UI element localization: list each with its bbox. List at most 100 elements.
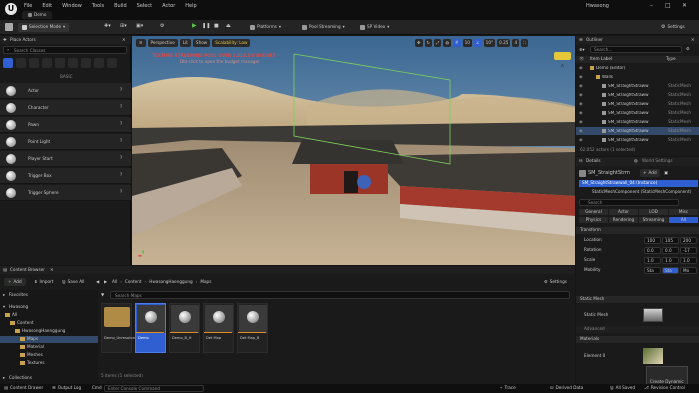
maximize-button[interactable]: □	[665, 3, 671, 9]
details-tab[interactable]: Details	[586, 158, 601, 163]
visibility-icon[interactable]: ◉	[579, 128, 583, 133]
help-icon[interactable]: ?	[120, 189, 122, 194]
angle-snap-icon[interactable]: ∠	[473, 39, 482, 48]
actor-item[interactable]: Character?	[0, 100, 131, 116]
visibility-icon[interactable]: ◉	[579, 137, 583, 142]
all-saved-button[interactable]: 🖫 All Saved	[610, 385, 635, 392]
tab-misc[interactable]: Misc	[669, 209, 698, 216]
actor-item[interactable]: Point Light?	[0, 134, 131, 150]
scale-size[interactable]: 0.25	[497, 39, 511, 48]
show-button[interactable]: Show	[192, 38, 211, 48]
scale-field[interactable]: 1.0	[680, 257, 697, 264]
visibility-icon[interactable]: ◉	[579, 119, 583, 124]
add-actor-icon[interactable]: ✚▾	[104, 24, 111, 29]
column-label[interactable]: Item Label	[590, 56, 612, 61]
settings-button[interactable]: ⚙ Settings	[661, 23, 685, 32]
actor-name-field[interactable]: SM_StraightStrm	[588, 171, 630, 176]
pause-icon[interactable]: ❚❚	[202, 24, 210, 29]
visibility-icon[interactable]: ◉	[579, 101, 583, 106]
close-icon[interactable]: ✕	[50, 267, 54, 272]
maximize-viewport-icon[interactable]: ⛶	[521, 39, 529, 48]
mobility-field[interactable]: Sta	[644, 267, 661, 274]
help-icon[interactable]: ?	[120, 121, 122, 126]
all-classes-category-icon[interactable]	[81, 58, 91, 68]
folder-tree-item[interactable]: HwasongHaenggung	[0, 328, 98, 335]
lights-category-icon[interactable]	[16, 58, 26, 68]
build-icon[interactable]: ⚙	[160, 24, 164, 29]
scale-field[interactable]: 1.0	[662, 257, 679, 264]
outliner-row[interactable]: ◉ SM_StraightStraww StaticMesh	[576, 82, 699, 90]
geometry-category-icon[interactable]	[94, 58, 104, 68]
actor-item[interactable]: Trigger Sphere?	[0, 185, 131, 201]
viewport-menu-icon[interactable]: ≡	[136, 38, 146, 48]
menu-edit[interactable]: Edit	[42, 4, 52, 9]
scalability-button[interactable]: Scalability: Low	[212, 38, 251, 48]
stop-icon[interactable]: ■	[214, 24, 219, 29]
mobility-field[interactable]: Mo	[680, 267, 697, 274]
folder-tree-item[interactable]: Meshes	[0, 352, 98, 359]
unreal-logo-icon[interactable]: U	[5, 3, 17, 15]
sp-video-dropdown[interactable]: SP Video ▾	[360, 23, 389, 32]
menu-window[interactable]: Window	[62, 4, 82, 9]
back-icon[interactable]: ◀	[96, 279, 99, 284]
cb-settings-button[interactable]: ⚙ Settings	[544, 278, 567, 286]
transform-section[interactable]: Transform	[576, 227, 699, 234]
materials-section[interactable]: Materials	[576, 336, 699, 343]
camera-speed[interactable]: 4	[512, 39, 520, 48]
rotation-label[interactable]: Rotation	[584, 247, 602, 252]
actor-item[interactable]: Actor?	[0, 83, 131, 99]
scale-field[interactable]: 1.0	[644, 257, 661, 264]
place-actors-search[interactable]: ⌕ Search Classes	[3, 46, 127, 54]
volumes-category-icon[interactable]	[68, 58, 78, 68]
output-log-button[interactable]: ☰ Output Log	[52, 385, 81, 392]
menu-file[interactable]: File	[24, 4, 32, 9]
rotation-field[interactable]: 0.0	[644, 247, 661, 254]
blueprint-icon[interactable]: ⊞▾	[120, 24, 127, 29]
world-settings-tab[interactable]: World Settings	[642, 158, 673, 163]
forward-icon[interactable]: ▶	[104, 279, 107, 284]
grid-snap-icon[interactable]: #	[453, 39, 461, 48]
eject-icon[interactable]: ⏏	[226, 24, 231, 29]
component-label[interactable]: StaticMeshComponent (StaticMeshComponent…	[592, 189, 691, 194]
level-viewport[interactable]: ≡ Perspective Lit Show Scalability: Low …	[132, 36, 575, 265]
add-filter-icon[interactable]: ⊕▾	[579, 47, 585, 52]
details-search[interactable]: Search	[579, 199, 679, 206]
visibility-icon[interactable]: ◉	[579, 65, 583, 70]
tab-actor[interactable]: Actor	[609, 209, 638, 216]
project-section[interactable]: ▾ Hwasong	[0, 304, 98, 311]
outliner-row[interactable]: ◉ Walls	[576, 73, 699, 81]
outliner-row[interactable]: ◉ SM_StraightStraww StaticMesh	[576, 109, 699, 117]
folder-tree-item[interactable]: Material	[0, 344, 98, 351]
location-field[interactable]: 100	[644, 237, 661, 244]
location-field[interactable]: 105	[662, 237, 679, 244]
content-drawer-button[interactable]: ▤ Content Drawer	[4, 385, 43, 392]
close-icon[interactable]: ✕	[691, 37, 695, 42]
help-icon[interactable]: ?	[120, 104, 122, 109]
derived-data-button[interactable]: ⛁ Derived Data	[550, 385, 583, 392]
material-thumbnail[interactable]	[643, 348, 663, 364]
rotate-icon[interactable]: ↻	[424, 39, 433, 48]
cinematics-icon[interactable]: ▣▾	[136, 24, 143, 29]
add-content-button[interactable]: + Add	[4, 278, 26, 286]
asset-tile[interactable]: Det Map	[203, 303, 234, 353]
column-type[interactable]: Type	[666, 56, 676, 61]
outliner-row[interactable]: ◉ SM_StraightStraww StaticMesh	[576, 127, 699, 135]
add-component-button[interactable]: + Add	[640, 169, 660, 177]
visibility-icon[interactable]: ◉	[579, 110, 583, 115]
tab-all[interactable]: All	[669, 217, 698, 224]
asset-tile[interactable]: Det Map_B	[237, 303, 268, 353]
gear-icon[interactable]: ⚙	[686, 46, 690, 51]
info-badge[interactable]: ⚠	[554, 52, 571, 68]
play-icon[interactable]: ▶	[192, 23, 197, 29]
location-field[interactable]: 200	[680, 237, 697, 244]
shapes-category-icon[interactable]	[29, 58, 39, 68]
outliner-search[interactable]: Search...	[590, 46, 682, 53]
actor-item[interactable]: Trigger Box?	[0, 168, 131, 184]
collections-section[interactable]: ▸ Collections	[0, 375, 98, 382]
help-icon[interactable]: ?	[120, 87, 122, 92]
mesh-category-icon[interactable]	[107, 58, 117, 68]
menu-build[interactable]: Build	[114, 4, 127, 9]
perspective-button[interactable]: Perspective	[147, 38, 178, 48]
favorites-section[interactable]: ▸ Favorites	[0, 292, 98, 299]
folder-tree-item[interactable]: Textures	[0, 360, 98, 367]
